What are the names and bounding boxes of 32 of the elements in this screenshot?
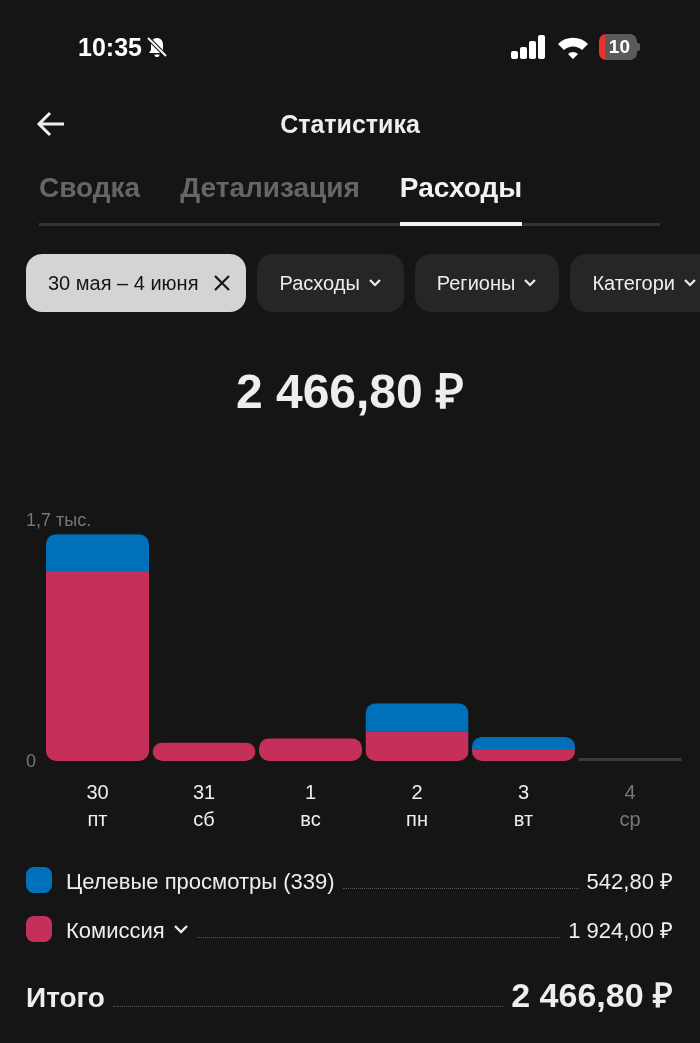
day-label: 31 сб [192, 781, 216, 830]
wifi-icon [556, 35, 589, 59]
battery-level: 10 [598, 34, 637, 60]
filter-chip[interactable]: Категори [570, 254, 700, 312]
filter-chip[interactable]: Расходы [257, 254, 404, 312]
axis-label: 1,7 тыс. [26, 510, 92, 530]
chevron-down-icon [523, 278, 538, 288]
back-button[interactable] [36, 110, 66, 138]
day-label: 3 вт [513, 781, 534, 830]
axis-label: 0 [26, 751, 36, 771]
screen-title: Статистика [280, 109, 420, 139]
signal-icon [510, 35, 547, 59]
legend-value: 1 924,00 ₽ [568, 917, 673, 944]
close-icon[interactable] [212, 273, 233, 293]
filter-chip[interactable]: 30 мая – 4 июня [26, 254, 247, 312]
day-label: 30 пт [86, 781, 109, 830]
day-label: 2 пн [406, 781, 428, 830]
day-label: 4 ср [619, 781, 641, 830]
muted-bell-icon [145, 36, 168, 58]
day-label: 1 вс [300, 781, 321, 830]
legend-label: Целевые просмотры (339) [66, 869, 335, 895]
legend-value: 542,80 ₽ [586, 868, 673, 895]
tab[interactable]: Расходы [399, 172, 523, 226]
total-amount: 2 466,80 ₽ [235, 368, 465, 418]
chevron-down-icon[interactable] [172, 924, 189, 934]
legend-label: Комиссия [66, 918, 165, 944]
clock-time: 10:35 [78, 32, 142, 62]
summary-label: Итого [26, 982, 105, 1014]
summary-value: 2 466,80 ₽ [511, 975, 673, 1016]
filter-chip[interactable]: Регионы [414, 254, 560, 312]
chevron-down-icon [683, 278, 698, 288]
chevron-down-icon [367, 278, 382, 288]
